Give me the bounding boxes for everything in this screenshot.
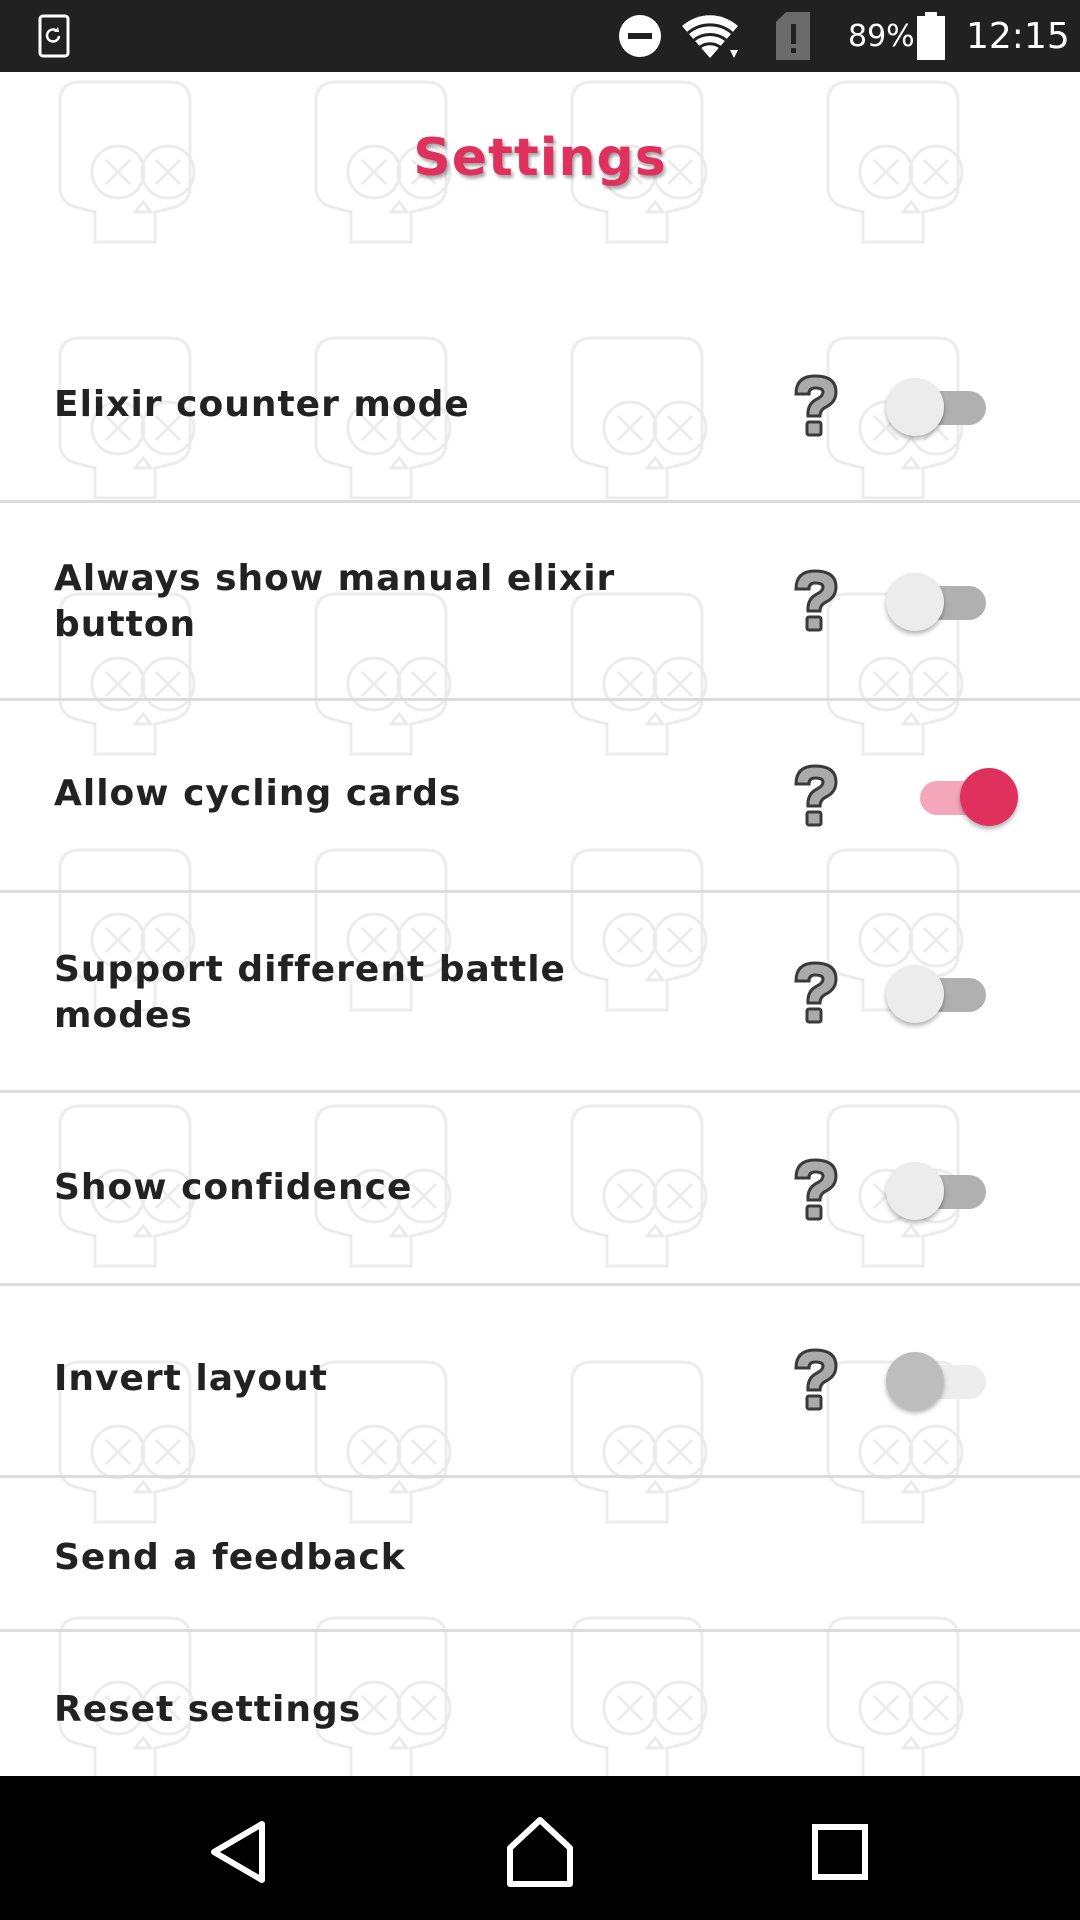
wifi-icon <box>680 0 740 72</box>
toggle-invert-layout[interactable] <box>886 1345 1006 1415</box>
question-mark-icon[interactable] <box>790 1348 840 1412</box>
setting-row-manual-elixir-button[interactable]: Always show manual elixir button <box>0 503 1080 701</box>
battery-percent: 89% <box>848 18 915 54</box>
question-mark-icon[interactable] <box>790 961 840 1025</box>
home-icon[interactable] <box>500 1812 580 1892</box>
toggle-elixir-counter-mode[interactable] <box>886 371 1006 441</box>
setting-row-invert-layout[interactable]: Invert layout <box>0 1286 1080 1478</box>
send-feedback-label: Send a feedback <box>54 1537 406 1578</box>
setting-label: Always show manual elixir button <box>54 558 616 645</box>
recents-icon[interactable] <box>800 1812 880 1892</box>
settings-screen: Settings Elixir counter mode Always show… <box>0 72 1080 1776</box>
status-bar: 89% 12:15 <box>0 0 1080 72</box>
setting-label: Invert layout <box>54 1358 328 1399</box>
setting-row-battle-modes[interactable]: Support different battle modes <box>0 893 1080 1093</box>
back-icon[interactable] <box>200 1812 280 1892</box>
toggle-allow-cycling-cards[interactable] <box>900 761 1020 831</box>
reset-settings-row[interactable]: Reset settings <box>0 1632 1080 1776</box>
toggle-show-confidence[interactable] <box>886 1155 1006 1225</box>
toggle-battle-modes[interactable] <box>886 958 1006 1028</box>
sim-alert-icon <box>774 0 812 72</box>
clock: 12:15 <box>966 15 1070 57</box>
screen-rotate-icon <box>38 0 70 72</box>
setting-label: Elixir counter mode <box>54 384 470 425</box>
setting-row-show-confidence[interactable]: Show confidence <box>0 1093 1080 1286</box>
setting-row-elixir-counter-mode[interactable]: Elixir counter mode <box>0 262 1080 503</box>
question-mark-icon[interactable] <box>790 764 840 828</box>
setting-row-allow-cycling-cards[interactable]: Allow cycling cards <box>0 701 1080 893</box>
question-mark-icon[interactable] <box>790 569 840 633</box>
reset-settings-label: Reset settings <box>54 1689 362 1730</box>
toggle-manual-elixir-button[interactable] <box>886 566 1006 636</box>
battery-icon <box>916 0 946 72</box>
page-title: Settings <box>413 128 667 188</box>
navigation-bar <box>0 1776 1080 1920</box>
send-feedback-row[interactable]: Send a feedback <box>0 1478 1080 1632</box>
question-mark-icon[interactable] <box>790 1158 840 1222</box>
question-mark-icon[interactable] <box>790 374 840 438</box>
setting-label: Allow cycling cards <box>54 773 462 814</box>
do-not-disturb-icon <box>618 0 662 72</box>
setting-label: Show confidence <box>54 1167 413 1208</box>
setting-label: Support different battle modes <box>54 949 566 1036</box>
